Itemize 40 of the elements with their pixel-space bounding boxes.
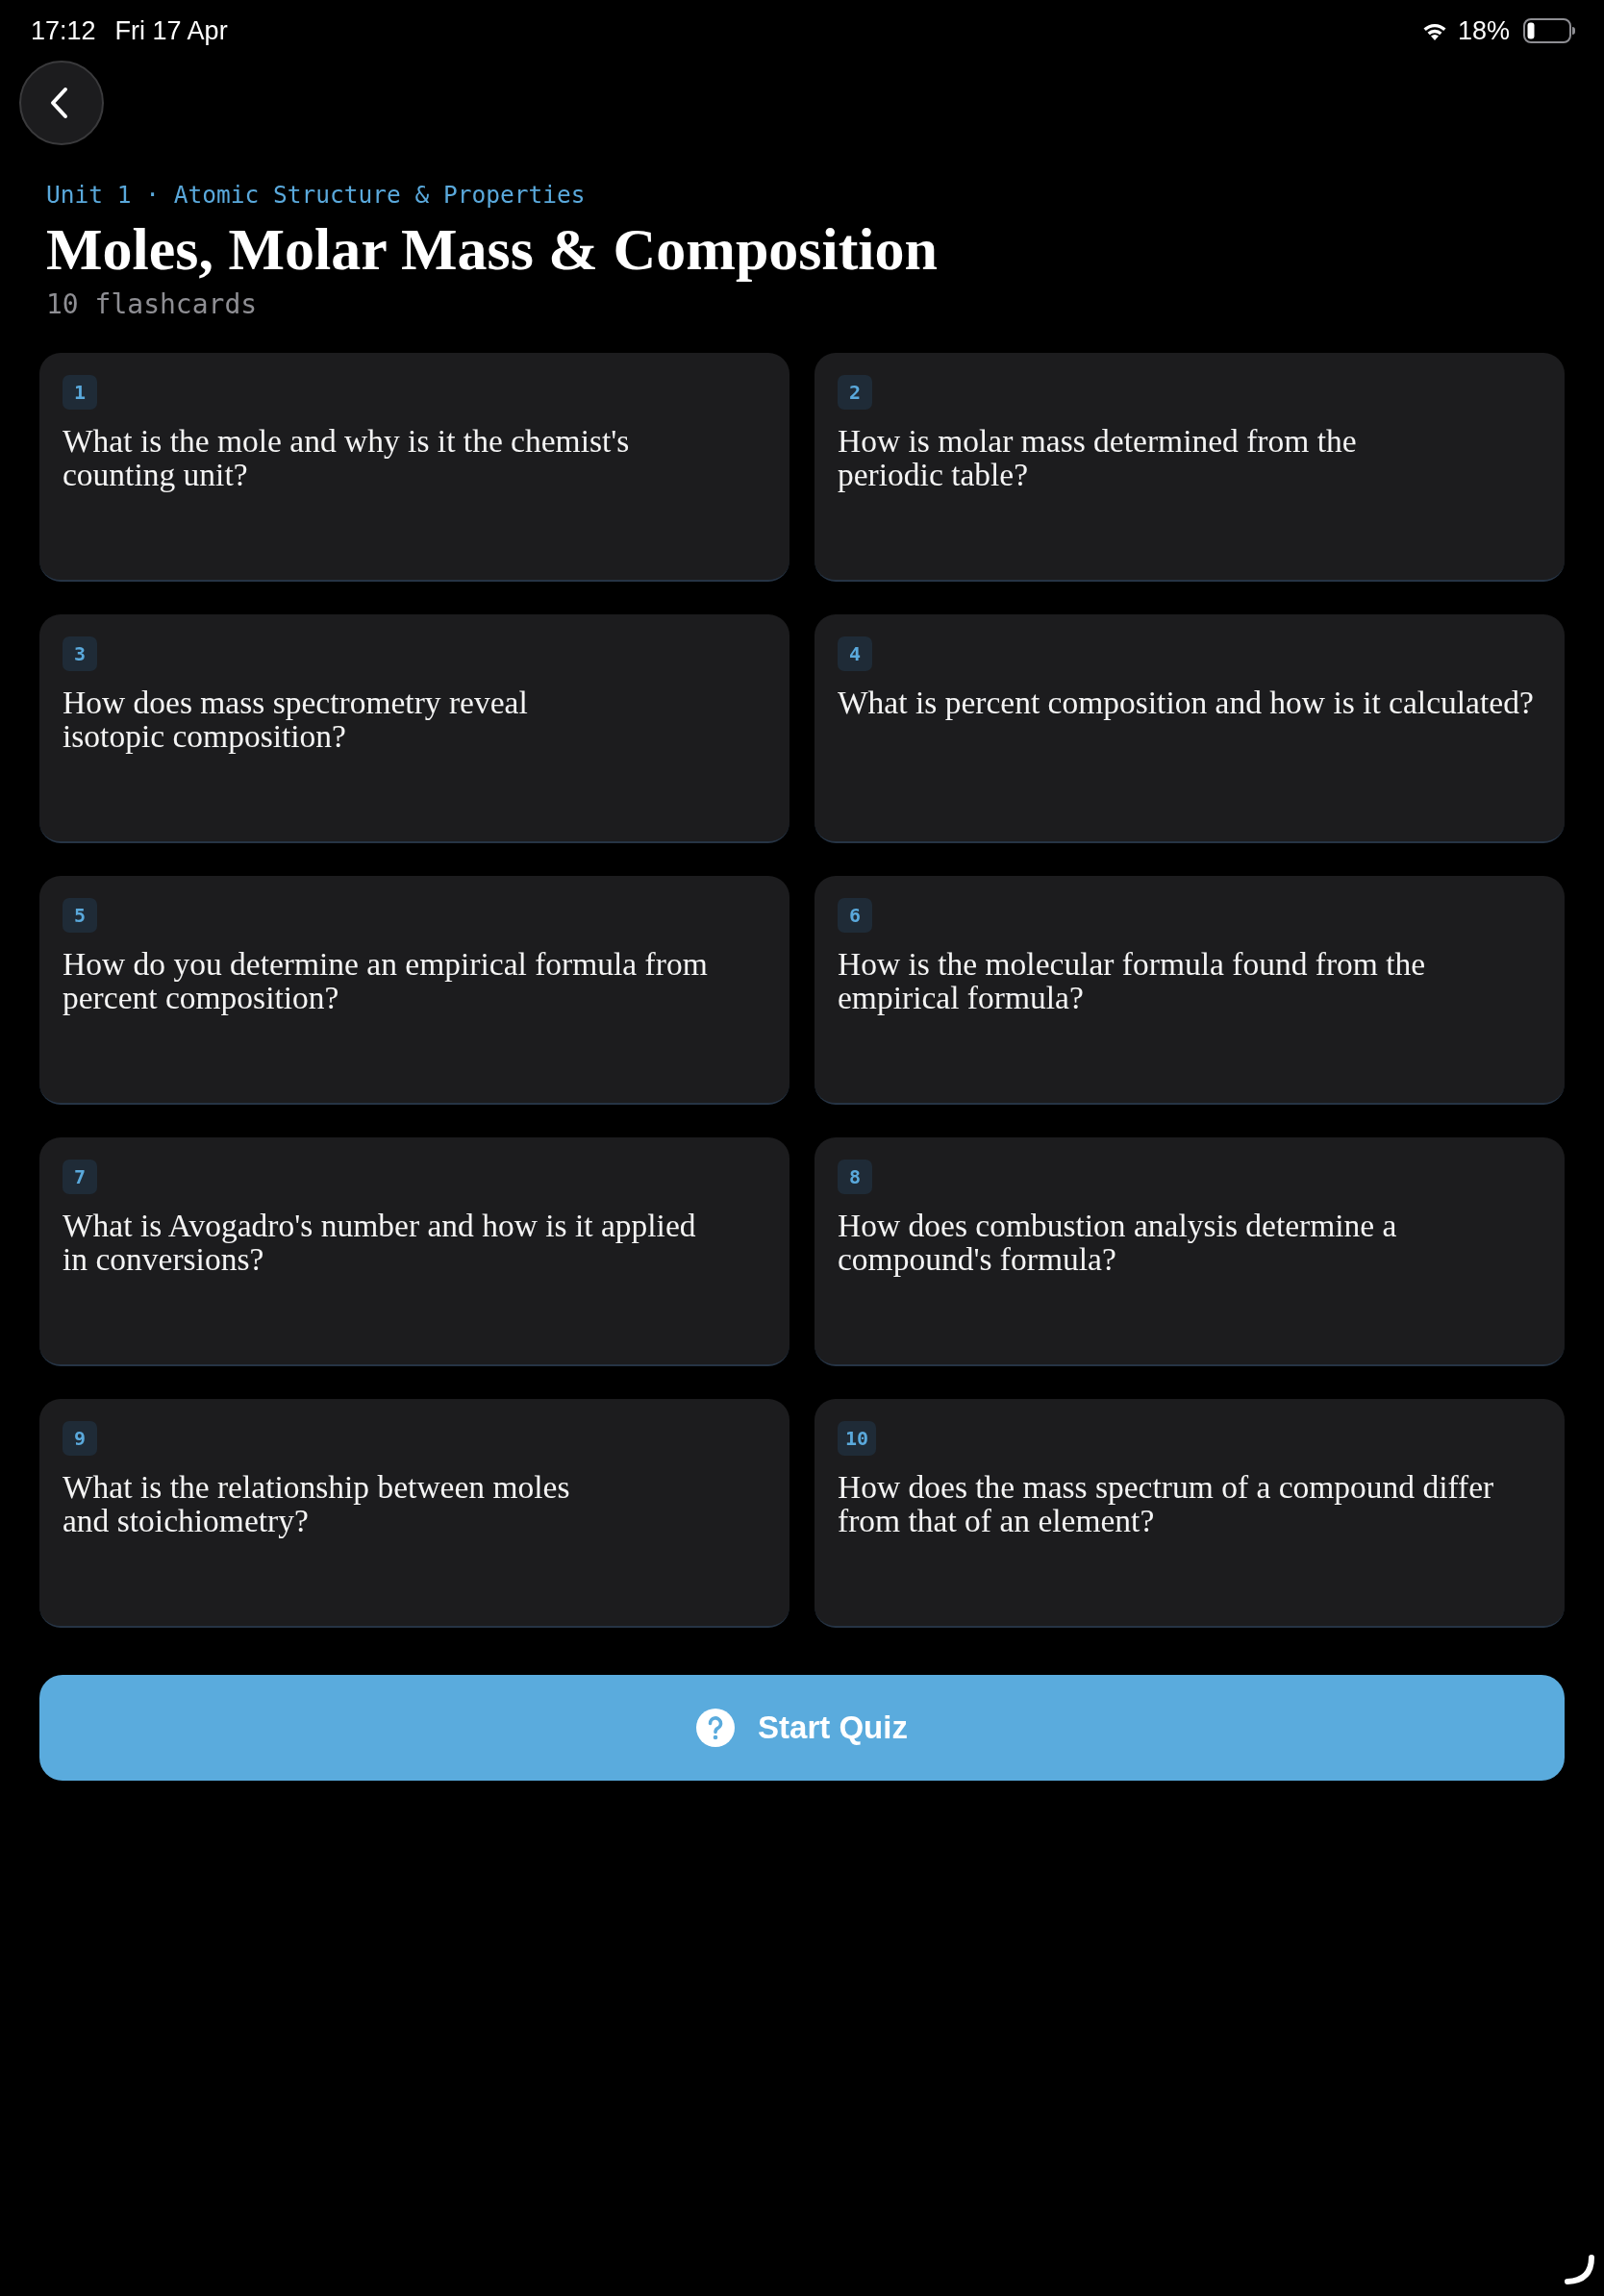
- question-text: How does mass spectrometry reveal isotopic composition?: [63, 686, 529, 753]
- question-text: How do you determine an empirical formula from percent composition?: [63, 947, 709, 1014]
- number-badge: 1: [63, 375, 97, 410]
- number-badge: 2: [838, 375, 872, 410]
- question-text: What is Avogadro's number and how is it applied in conversions?: [63, 1209, 697, 1276]
- status-time: 17:12: [31, 14, 96, 46]
- number-badge: 10: [838, 1421, 877, 1456]
- battery-percentage: 18%: [1457, 14, 1510, 46]
- number-badge: 9: [63, 1421, 97, 1456]
- page-title: Moles, Molar Mass & Composition: [46, 215, 940, 283]
- question-mark-icon: [696, 1709, 736, 1747]
- number-badge: 7: [63, 1160, 97, 1194]
- flashcard[interactable]: 2 How is molar mass determined from the periodic table?: [815, 353, 1565, 582]
- flashcard[interactable]: 7 What is Avogadro's number and how is it applied in conversions?: [39, 1137, 789, 1366]
- question-text: What is the relationship between moles and stoichiometry?: [63, 1470, 571, 1537]
- number-badge: 6: [838, 898, 872, 933]
- question-text: How does combustion analysis determine a compound's formula?: [838, 1209, 1398, 1276]
- number-badge: 5: [63, 898, 97, 933]
- number-badge: 3: [63, 636, 97, 671]
- flashcard[interactable]: 4 What is percent composition and how is it calculated?: [815, 614, 1565, 843]
- number-badge: 8: [838, 1160, 872, 1194]
- flashcard-count: 10 flashcards: [46, 288, 259, 321]
- question-text: How does the mass spectrum of a compound differ from that of an element?: [838, 1470, 1495, 1537]
- flashcard[interactable]: 9 What is the relationship between moles and stoichiometry?: [39, 1399, 789, 1628]
- status-date: Fri 17 Apr: [114, 14, 228, 46]
- question-text: What is the mole and why is it the chemist's counting unit?: [63, 424, 631, 491]
- flashcard[interactable]: 5 How do you determine an empirical formula from percent composition?: [39, 876, 789, 1105]
- question-text: What is percent composition and how is it calculated?: [838, 686, 1534, 719]
- flashcard[interactable]: 8 How does combustion analysis determine a compound's formula?: [815, 1137, 1565, 1366]
- arc-icon: [1564, 2254, 1596, 2286]
- flashcard[interactable]: 3 How does mass spectrometry reveal isotopic composition?: [39, 614, 789, 843]
- question-text: How is molar mass determined from the periodic table?: [838, 424, 1358, 491]
- flashcard[interactable]: 10 How does the mass spectrum of a compound differ from that of an element?: [815, 1399, 1565, 1628]
- chevron-left-icon: [50, 87, 69, 119]
- question-text: How is the molecular formula found from the empirical formula?: [838, 947, 1427, 1014]
- flashcard[interactable]: 6 How is the molecular formula found from the empirical formula?: [815, 876, 1565, 1105]
- breadcrumb: Unit 1 · Atomic Structure & Properties: [46, 181, 587, 210]
- number-badge: 4: [838, 636, 872, 671]
- flashcard[interactable]: 1 What is the mole and why is it the chemist's counting unit?: [39, 353, 789, 582]
- battery-icon: [1523, 17, 1575, 43]
